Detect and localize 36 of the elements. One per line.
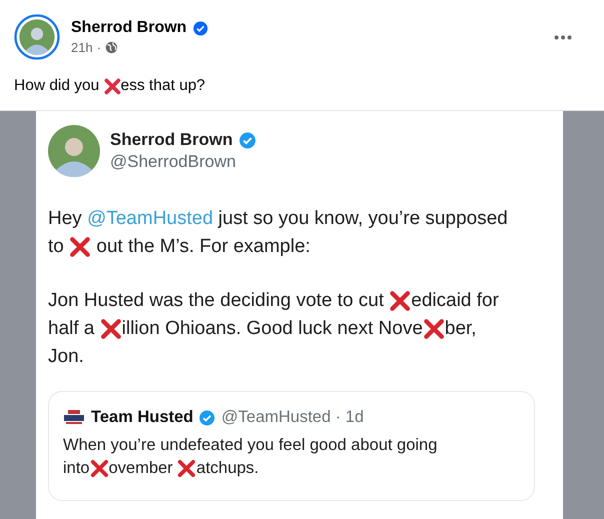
tweet-text: just so you know, you’re supposed — [216, 208, 508, 230]
tweet-text: ber, — [444, 318, 476, 340]
author-name[interactable]: Sherrod Brown — [71, 19, 187, 37]
tweet-text: Hey — [48, 208, 83, 230]
post-text: How did you — [14, 77, 100, 95]
more-options-icon[interactable] — [554, 34, 572, 40]
avatar-icon[interactable] — [14, 14, 60, 60]
handle: @SherrodBrown — [110, 152, 237, 172]
post-time[interactable]: 21h — [71, 40, 93, 55]
cross-mark-icon — [177, 459, 196, 478]
avatar-icon — [48, 125, 100, 177]
cross-mark-icon — [422, 318, 445, 340]
tweet-text: Jon Husted was the deciding vote to cut — [48, 290, 385, 312]
tweet-text: out the M’s. For example: — [95, 236, 310, 258]
mention-link[interactable]: @TeamHusted — [87, 208, 214, 230]
cross-mark-icon — [90, 459, 109, 478]
cross-mark-icon — [389, 290, 412, 312]
author-name: Team Husted — [91, 408, 194, 427]
globe-icon — [105, 41, 118, 54]
tweet-text: illion Ohioans. Good luck next Nove — [122, 318, 423, 340]
tweet-text: edicaid for — [411, 290, 499, 312]
logo-icon — [63, 408, 85, 426]
tweet-text: atchups. — [196, 459, 259, 478]
tweet-text: into — [63, 459, 90, 478]
tweet-text: Jon. — [48, 346, 84, 368]
tweet-text: half a — [48, 318, 96, 340]
handle: @TeamHusted · 1d — [221, 408, 364, 427]
tweet-text: to — [48, 236, 65, 258]
cross-mark-icon — [100, 318, 122, 340]
post-text: ess that up? — [120, 77, 206, 95]
tweet-text: When you’re undefeated you feel good about going — [63, 436, 438, 455]
separator: · — [96, 40, 102, 55]
cross-mark-icon — [104, 78, 121, 94]
author-name: Sherrod Brown — [110, 130, 233, 150]
cross-mark-icon — [69, 236, 92, 258]
tweet-text: ovember — [108, 459, 174, 478]
